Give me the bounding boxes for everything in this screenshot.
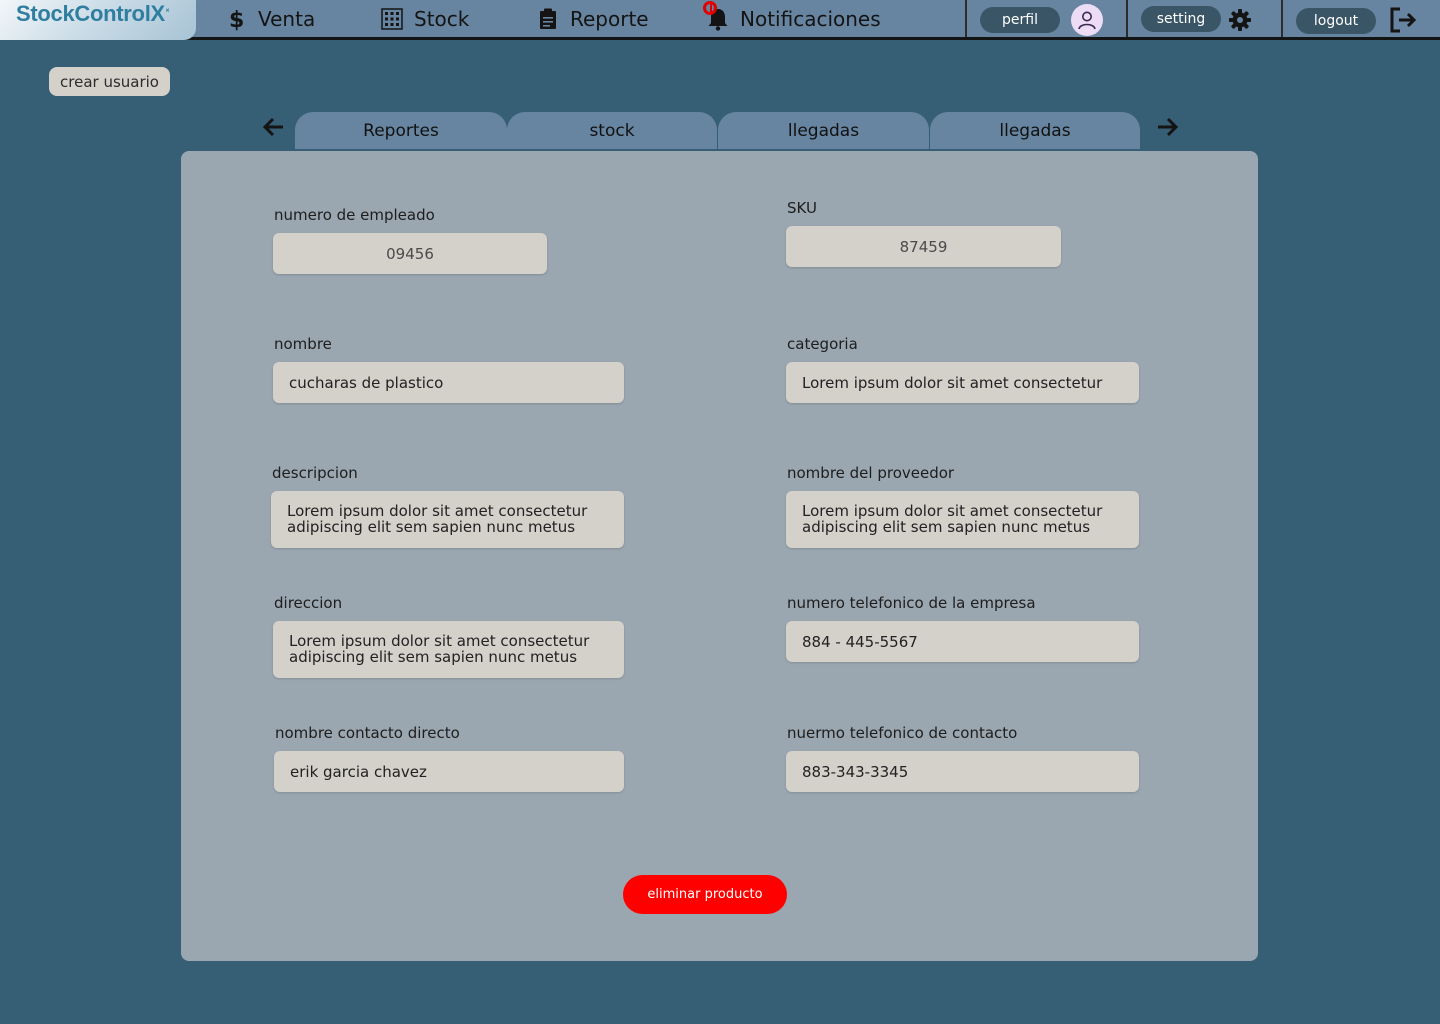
nombre-proveedor-field[interactable]: Lorem ipsum dolor sit amet consectetur a…	[786, 491, 1139, 548]
nav-venta-label: Venta	[258, 6, 316, 31]
logo-text: StockControlX	[16, 1, 165, 26]
nav-stock[interactable]: Stock	[380, 0, 469, 37]
sku-field[interactable]: 87459	[786, 226, 1061, 267]
logout-icon[interactable]	[1388, 5, 1418, 35]
categoria-field[interactable]: Lorem ipsum dolor sit amet consectetur	[786, 362, 1139, 403]
top-navigation: StockControlX˟ $ Venta Stock Reporte Not…	[0, 0, 1440, 40]
nav-notificaciones[interactable]: Notificaciones	[706, 0, 881, 37]
tab-stock[interactable]: stock	[507, 112, 717, 149]
user-avatar-icon[interactable]	[1071, 4, 1103, 36]
eliminar-producto-button[interactable]: eliminar producto	[623, 875, 787, 914]
nav-stock-label: Stock	[414, 6, 470, 31]
direccion-label: direccion	[274, 594, 343, 612]
tab-llegadas[interactable]: llegadas	[718, 112, 929, 149]
app-logo[interactable]: StockControlX˟	[0, 0, 196, 40]
nav-venta[interactable]: $ Venta	[224, 0, 315, 37]
numero-empleado-label: numero de empleado	[274, 206, 435, 224]
categoria-label: categoria	[787, 335, 858, 353]
nombre-proveedor-label: nombre del proveedor	[787, 464, 955, 482]
telefono-empresa-field[interactable]: 884 - 445-5567	[786, 621, 1139, 662]
numero-empleado-field[interactable]: 09456	[273, 233, 547, 274]
tab-reportes[interactable]: Reportes	[295, 112, 507, 149]
divider	[965, 0, 967, 37]
product-form-panel: numero de empleado 09456 nombre cucharas…	[181, 151, 1258, 961]
direccion-field[interactable]: Lorem ipsum dolor sit amet consectetur a…	[273, 621, 624, 678]
gear-icon[interactable]	[1228, 8, 1252, 32]
grid-icon	[380, 7, 404, 31]
perfil-button[interactable]: perfil	[980, 7, 1060, 33]
divider	[1126, 0, 1128, 37]
logout-button[interactable]: logout	[1296, 8, 1376, 34]
nombre-field[interactable]: cucharas de plastico	[273, 362, 624, 403]
svg-text:$: $	[229, 8, 244, 31]
nombre-label: nombre	[274, 335, 332, 353]
telefono-contacto-field[interactable]: 883-343-3345	[786, 751, 1139, 792]
divider	[1281, 0, 1283, 37]
descripcion-label: descripcion	[272, 464, 358, 482]
telefono-contacto-label: nuermo telefonico de contacto	[787, 724, 1018, 742]
arrow-left-icon[interactable]	[261, 114, 287, 140]
setting-button[interactable]: setting	[1141, 6, 1221, 32]
nav-reporte[interactable]: Reporte	[536, 0, 649, 37]
logo-mark: ˟	[165, 8, 169, 19]
nav-notificaciones-label: Notificaciones	[740, 6, 881, 31]
notification-badge	[703, 1, 717, 15]
clipboard-icon	[536, 7, 560, 31]
contacto-directo-label: nombre contacto directo	[275, 724, 460, 742]
arrow-right-icon[interactable]	[1154, 114, 1180, 140]
crear-usuario-button[interactable]: crear usuario	[49, 67, 170, 96]
telefono-empresa-label: numero telefonico de la empresa	[787, 594, 1036, 612]
sku-label: SKU	[787, 199, 817, 217]
dollar-icon: $	[224, 7, 248, 31]
nav-reporte-label: Reporte	[570, 6, 649, 31]
descripcion-field[interactable]: Lorem ipsum dolor sit amet consectetur a…	[271, 491, 624, 548]
contacto-directo-field[interactable]: erik garcia chavez	[274, 751, 624, 792]
tab-llegadas-2[interactable]: llegadas	[930, 112, 1140, 149]
